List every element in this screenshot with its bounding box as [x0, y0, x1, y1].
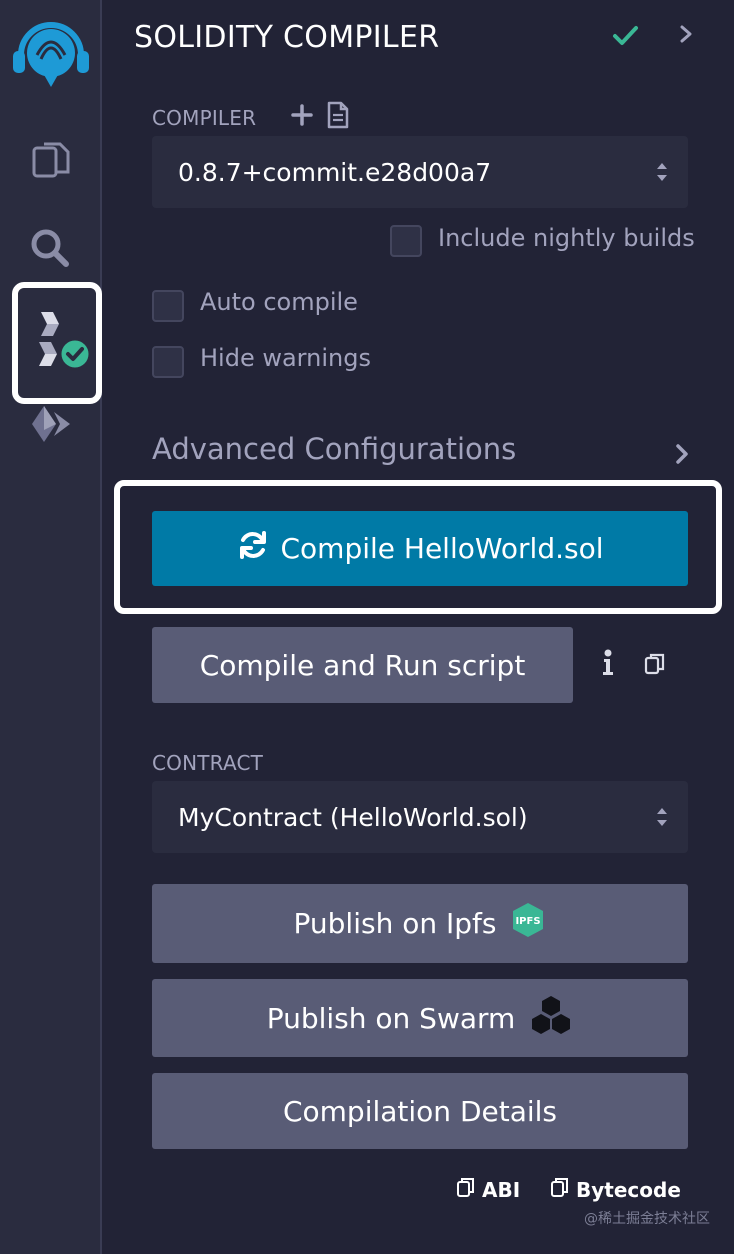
info-icon[interactable] — [600, 648, 616, 682]
watermark: @稀土掘金技术社区 — [584, 1211, 710, 1227]
copy-icon — [550, 1176, 570, 1203]
copy-bytecode-label: Bytecode — [576, 1177, 681, 1202]
copy-icon[interactable] — [644, 652, 666, 680]
auto-compile-label: Auto compile — [200, 288, 358, 316]
select-arrows-icon — [654, 803, 670, 837]
publish-ipfs-button[interactable]: Publish on Ipfs IPFS — [152, 884, 688, 963]
refresh-icon — [236, 528, 270, 569]
auto-compile-checkbox[interactable] — [152, 290, 184, 322]
copy-icon — [456, 1176, 476, 1203]
select-arrows-icon — [654, 158, 670, 192]
contract-value: MyContract (HelloWorld.sol) — [178, 802, 528, 832]
publish-swarm-label: Publish on Swarm — [266, 1001, 516, 1035]
compile-button-label: Compile HelloWorld.sol — [280, 532, 604, 565]
active-plugin-highlight — [12, 282, 102, 404]
chevron-right-icon[interactable] — [672, 442, 692, 470]
deploy-run-icon[interactable] — [26, 400, 74, 448]
publish-ipfs-label: Publish on Ipfs — [293, 907, 497, 940]
search-icon[interactable] — [26, 224, 74, 272]
compilation-details-label: Compilation Details — [282, 1094, 558, 1128]
swarm-icon — [529, 994, 573, 1043]
page-title: SOLIDITY COMPILER — [134, 20, 440, 55]
add-compiler-icon[interactable] — [290, 103, 314, 131]
file-document-icon[interactable] — [326, 101, 350, 133]
check-icon — [610, 20, 640, 54]
contract-select[interactable]: MyContract (HelloWorld.sol) — [152, 781, 688, 853]
advanced-configurations-toggle[interactable]: Advanced Configurations — [152, 432, 516, 466]
ipfs-icon: IPFS — [510, 901, 546, 946]
nightly-builds-label: Include nightly builds — [438, 224, 695, 252]
hide-warnings-label: Hide warnings — [200, 344, 371, 372]
icon-bar — [0, 0, 102, 1254]
contract-label: CONTRACT — [152, 751, 264, 775]
compiler-label: COMPILER — [152, 106, 257, 130]
compilation-details-button[interactable]: Compilation Details — [152, 1073, 688, 1149]
file-explorer-icon[interactable] — [26, 136, 74, 184]
compile-button[interactable]: Compile HelloWorld.sol — [152, 511, 688, 586]
ipfs-badge-text: IPFS — [516, 916, 541, 927]
compiler-version-value: 0.8.7+commit.e28d00a7 — [178, 157, 492, 187]
publish-swarm-button[interactable]: Publish on Swarm — [152, 979, 688, 1057]
chevron-right-icon[interactable] — [676, 22, 696, 50]
compiler-panel: SOLIDITY COMPILER COMPILER 0.8.7+commit.… — [102, 0, 734, 1254]
remix-logo-icon[interactable] — [6, 14, 96, 90]
compile-run-script-button[interactable]: Compile and Run script — [152, 627, 573, 703]
compile-run-script-label: Compile and Run script — [199, 648, 526, 682]
copy-abi-label: ABI — [482, 1177, 521, 1202]
copy-bytecode-button[interactable]: Bytecode — [550, 1176, 681, 1203]
hide-warnings-checkbox[interactable] — [152, 346, 184, 378]
nightly-builds-checkbox[interactable] — [390, 225, 422, 257]
compiler-version-select[interactable]: 0.8.7+commit.e28d00a7 — [152, 136, 688, 208]
copy-abi-button[interactable]: ABI — [456, 1176, 520, 1203]
